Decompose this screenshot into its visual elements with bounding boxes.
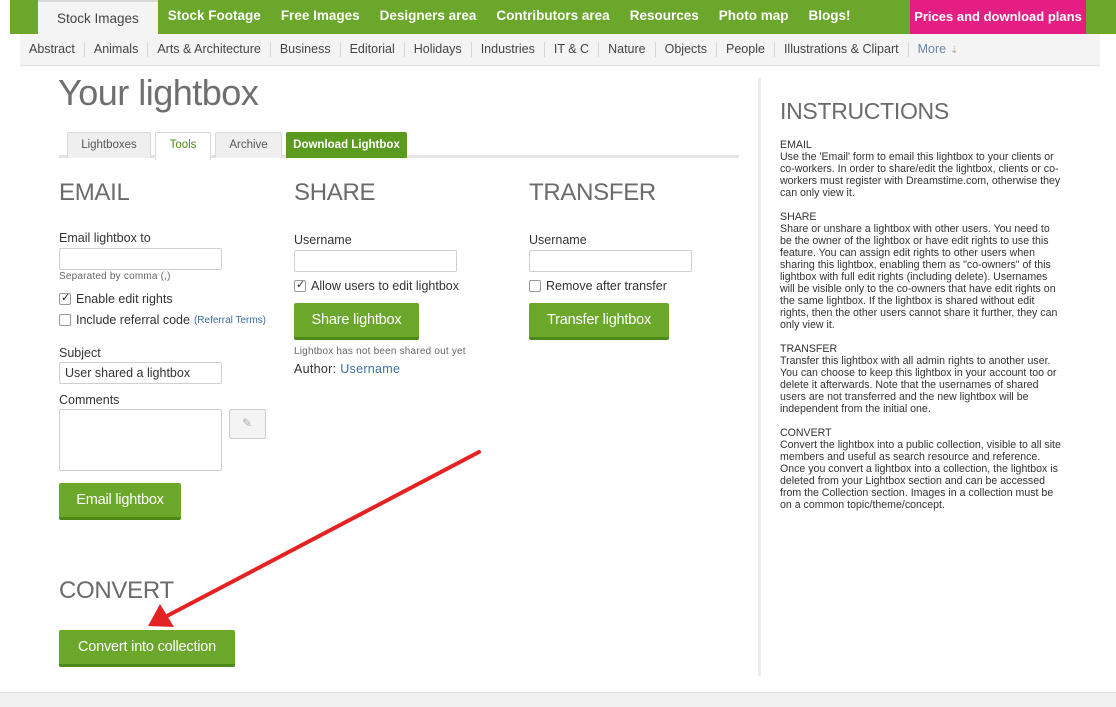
signature-icon: ✎ <box>242 416 253 430</box>
enable-edit-rights-label: Enable edit rights <box>76 292 173 306</box>
transfer-lightbox-button[interactable]: Transfer lightbox <box>529 303 669 340</box>
email-heading: EMAIL <box>59 179 130 206</box>
instructions-share-title: SHARE <box>780 211 817 223</box>
instructions-share-body: Share or unshare a lightbox with other u… <box>780 223 1058 331</box>
category-business[interactable]: Business <box>271 42 341 57</box>
top-navigation-items: Stock Images Stock Footage Free Images D… <box>38 0 861 36</box>
transfer-username-label: Username <box>529 233 587 247</box>
instructions-transfer-body: Transfer this lightbox with all admin ri… <box>780 355 1057 415</box>
arrow-head-icon <box>148 604 174 627</box>
instructions-transfer: TRANSFER Transfer this lightbox with all… <box>780 343 1062 415</box>
category-industries[interactable]: Industries <box>472 42 545 57</box>
referral-terms-link[interactable]: (Referral Terms) <box>194 315 266 326</box>
category-editorial[interactable]: Editorial <box>341 42 405 57</box>
share-heading: SHARE <box>294 179 376 206</box>
nav-photo-map[interactable]: Photo map <box>709 0 799 34</box>
convert-collection-button[interactable]: Convert into collection <box>59 630 235 667</box>
instructions-share: SHARE Share or unshare a lightbox with o… <box>780 211 1062 331</box>
email-to-label: Email lightbox to <box>59 231 151 245</box>
instructions-transfer-title: TRANSFER <box>780 343 838 355</box>
comments-textarea[interactable] <box>59 409 222 471</box>
remove-after-transfer-label: Remove after transfer <box>546 279 667 293</box>
share-lightbox-button[interactable]: Share lightbox <box>294 303 419 340</box>
allow-edit-checkbox[interactable] <box>294 278 306 292</box>
sidebar-divider <box>758 78 761 676</box>
category-abstract[interactable]: Abstract <box>20 42 85 57</box>
transfer-heading: TRANSFER <box>529 179 656 206</box>
tab-tools[interactable]: Tools <box>155 132 211 160</box>
category-objects[interactable]: Objects <box>656 42 718 57</box>
remove-after-transfer-checkbox[interactable] <box>529 280 541 292</box>
enable-edit-rights-row[interactable]: Enable edit rights <box>59 291 173 306</box>
category-arts-architecture[interactable]: Arts & Architecture <box>148 42 271 57</box>
chevron-down-icon: ⇣ <box>950 44 959 56</box>
category-it-c[interactable]: IT & C <box>545 42 600 57</box>
subject-input[interactable] <box>59 362 222 384</box>
email-to-input[interactable] <box>59 248 222 270</box>
instructions-email-title: EMAIL <box>780 139 812 151</box>
nav-stock-footage[interactable]: Stock Footage <box>158 0 271 34</box>
category-holidays[interactable]: Holidays <box>405 42 472 57</box>
allow-edit-row[interactable]: Allow users to edit lightbox <box>294 278 459 293</box>
nav-free-images[interactable]: Free Images <box>271 0 370 34</box>
allow-edit-label: Allow users to edit lightbox <box>311 279 459 293</box>
include-referral-label: Include referral code <box>76 313 190 327</box>
instructions-email: EMAIL Use the 'Email' form to email this… <box>780 139 1062 199</box>
share-status: Lightbox has not been shared out yet <box>294 346 466 357</box>
email-hint: Separated by comma (,) <box>59 271 171 282</box>
category-animals[interactable]: Animals <box>85 42 149 57</box>
share-username-label: Username <box>294 233 352 247</box>
arrow-shaft <box>163 450 481 619</box>
instructions-convert: CONVERT Convert the lightbox into a publ… <box>780 427 1062 511</box>
nav-resources[interactable]: Resources <box>620 0 709 34</box>
category-navigation: Abstract Animals Arts & Architecture Bus… <box>20 34 1100 66</box>
author-row: Author: Username <box>294 362 400 376</box>
category-nature[interactable]: Nature <box>599 42 656 57</box>
email-lightbox-button[interactable]: Email lightbox <box>59 483 181 520</box>
author-label: Author: <box>294 362 337 376</box>
tab-download-lightbox[interactable]: Download Lightbox <box>286 132 407 158</box>
subject-label: Subject <box>59 346 101 360</box>
prices-plans-button[interactable]: Prices and download plans <box>910 0 1086 34</box>
category-illustrations-clipart[interactable]: Illustrations & Clipart <box>775 42 909 57</box>
top-navigation: Stock Images Stock Footage Free Images D… <box>0 0 1116 36</box>
enable-edit-rights-checkbox[interactable] <box>59 291 71 305</box>
comments-label: Comments <box>59 393 120 407</box>
author-username-link[interactable]: Username <box>340 362 400 376</box>
instructions-heading: INSTRUCTIONS <box>780 98 949 124</box>
convert-heading: CONVERT <box>59 577 174 604</box>
category-people[interactable]: People <box>717 42 775 57</box>
instructions-convert-body: Convert the lightbox into a public colle… <box>780 439 1061 511</box>
instructions-email-body: Use the 'Email' form to email this light… <box>780 151 1061 199</box>
tab-lightboxes[interactable]: Lightboxes <box>67 132 151 158</box>
include-referral-row[interactable]: Include referral code (Referral Terms) <box>59 313 266 327</box>
transfer-username-input[interactable] <box>529 250 692 272</box>
instructions-convert-title: CONVERT <box>780 427 832 439</box>
category-more[interactable]: More ⇣ <box>909 42 968 58</box>
insert-signature-button[interactable]: ✎ <box>229 409 266 439</box>
remove-after-transfer-row[interactable]: Remove after transfer <box>529 279 667 293</box>
nav-stock-images[interactable]: Stock Images <box>38 0 158 36</box>
nav-designers-area[interactable]: Designers area <box>370 0 487 34</box>
include-referral-checkbox[interactable] <box>59 314 71 326</box>
tab-archive[interactable]: Archive <box>215 132 282 158</box>
page-footer <box>0 692 1116 707</box>
nav-blogs[interactable]: Blogs! <box>799 0 861 34</box>
nav-contributors-area[interactable]: Contributors area <box>486 0 619 34</box>
lightbox-tabs: Lightboxes Tools Archive Download Lightb… <box>59 132 739 160</box>
share-username-input[interactable] <box>294 250 457 272</box>
category-more-label: More <box>917 41 947 56</box>
page-title: Your lightbox <box>58 72 259 113</box>
